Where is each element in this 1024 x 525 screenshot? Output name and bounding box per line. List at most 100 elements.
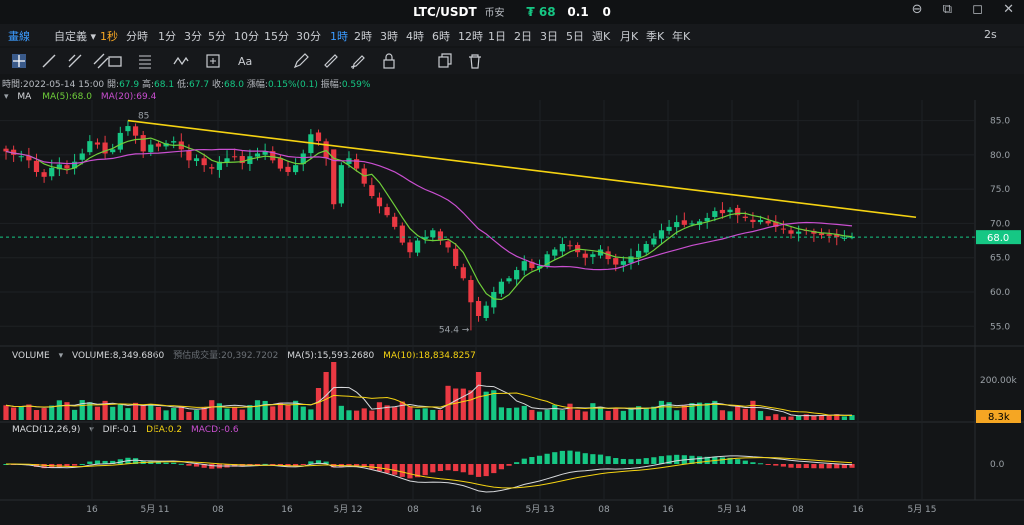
- volume-bar: [331, 362, 337, 420]
- volume-bars: [3, 362, 855, 420]
- x-tick-label: 08: [598, 505, 610, 515]
- volume-bar: [468, 390, 474, 420]
- volume-bar: [224, 408, 230, 420]
- volume-bar: [651, 406, 657, 420]
- volume-bar: [41, 408, 47, 420]
- macd-bar: [353, 464, 360, 466]
- y-tick-label: 70.0: [990, 219, 1010, 229]
- x-tick-label: 5月 15: [907, 504, 936, 515]
- volume-bar: [300, 406, 306, 420]
- candle-body: [552, 249, 558, 256]
- candle-body: [491, 292, 497, 308]
- candle-body: [818, 233, 825, 236]
- volume-bar: [544, 409, 550, 420]
- macd-bar: [430, 464, 436, 473]
- candle-body: [651, 238, 657, 245]
- candle-body: [209, 167, 215, 169]
- macd-tick-label: 0.0: [990, 460, 1005, 470]
- volume-bar: [529, 409, 535, 420]
- volume-bar: [49, 405, 55, 420]
- volume-bar: [232, 406, 238, 420]
- candle-body: [41, 172, 47, 177]
- candle-body: [719, 209, 726, 214]
- candle-body: [727, 209, 733, 213]
- macd-bar: [742, 460, 748, 464]
- volume-bar: [597, 406, 604, 420]
- candle-body: [475, 301, 482, 316]
- candle-body: [79, 153, 85, 160]
- volume-bar: [399, 401, 405, 420]
- volume-bar: [110, 406, 116, 420]
- volume-bar: [33, 410, 40, 420]
- volume-bar: [460, 388, 466, 420]
- macd-bar: [521, 458, 527, 464]
- candle-body: [712, 211, 718, 217]
- volume-bar: [780, 416, 787, 420]
- volume-bar: [71, 409, 78, 420]
- candle-body: [338, 165, 344, 204]
- macd-bar: [87, 461, 93, 464]
- macd-bar: [834, 464, 840, 469]
- volume-bar: [353, 410, 360, 420]
- candle-body: [628, 256, 634, 263]
- candle-body: [765, 220, 771, 224]
- volume-bar: [727, 411, 733, 420]
- macd-bar: [757, 463, 764, 465]
- volume-bar: [750, 400, 756, 420]
- candle-body: [757, 220, 764, 223]
- candle-body: [49, 167, 55, 177]
- volume-bar: [277, 402, 283, 420]
- volume-tick-label: 200.00k: [980, 376, 1017, 386]
- macd-bar: [445, 464, 451, 471]
- macd-bar: [346, 464, 352, 466]
- macd-bar: [780, 464, 787, 467]
- macd-bar: [171, 462, 177, 464]
- volume-bar: [178, 406, 184, 420]
- volume-bar: [719, 410, 726, 420]
- candle-body: [445, 241, 451, 248]
- candle-body: [407, 242, 413, 253]
- candle-body: [132, 126, 139, 136]
- macd-bar: [674, 454, 680, 464]
- candle-body: [392, 216, 398, 227]
- volume-bar: [285, 404, 291, 420]
- volume-bar: [643, 407, 649, 420]
- y-tick-label: 85.0: [990, 117, 1010, 127]
- candle-body: [437, 231, 444, 241]
- volume-bar: [453, 388, 459, 420]
- volume-bar: [407, 406, 413, 420]
- volume-bar: [757, 411, 764, 420]
- macd-bar: [209, 464, 215, 469]
- volume-bar: [209, 400, 215, 420]
- macd-bar: [582, 453, 588, 464]
- macd-bar: [559, 450, 565, 464]
- volume-bar: [575, 409, 581, 420]
- candle-body: [285, 166, 291, 172]
- macd-bar: [552, 452, 558, 464]
- ma5-line: [5, 137, 853, 301]
- candle-body: [780, 228, 787, 230]
- volume-bar: [681, 405, 687, 420]
- macd-bar: [468, 464, 474, 475]
- x-tick-label: 16: [281, 505, 293, 515]
- candle-body: [117, 132, 123, 150]
- macd-bar: [803, 464, 809, 469]
- macd-bar: [460, 464, 466, 473]
- candle-body: [635, 250, 642, 258]
- macd-bar: [193, 464, 200, 467]
- volume-last-text: 8.3k: [988, 412, 1010, 423]
- macd-bar: [597, 454, 604, 464]
- y-tick-label: 75.0: [990, 185, 1010, 195]
- volume-bar: [11, 407, 17, 420]
- volume-bar: [613, 408, 619, 420]
- volume-bar: [445, 385, 451, 420]
- candlestick-chart[interactable]: 85.0 80.0 75.0 70.0 65.0 60.0 55.0 85 54.4 → 68.0…: [0, 0, 1024, 525]
- macd-bar: [498, 464, 505, 470]
- volume-bar: [186, 411, 192, 420]
- candle-body: [453, 248, 459, 266]
- candle-body: [18, 156, 24, 158]
- volume-bar: [437, 409, 444, 420]
- macd-bar: [773, 464, 779, 466]
- macd-bar: [635, 458, 642, 464]
- high-label: 85: [138, 112, 149, 122]
